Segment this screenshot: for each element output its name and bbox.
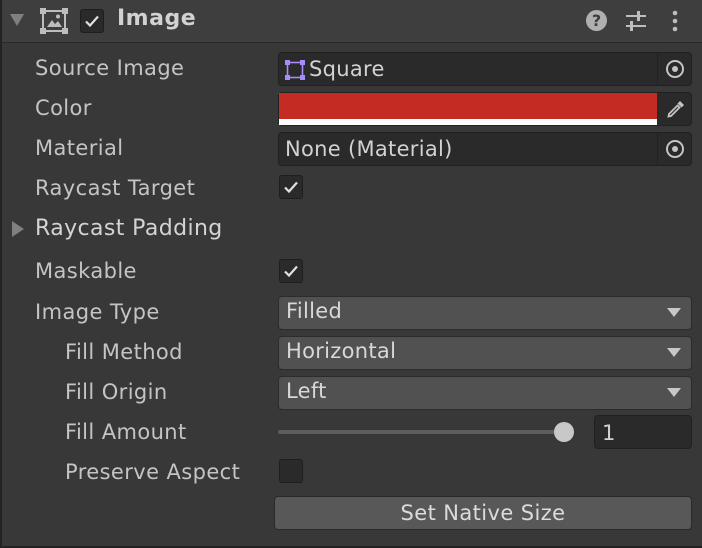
preserve-aspect-checkbox[interactable] [279, 459, 303, 483]
triangle-right-icon[interactable] [12, 221, 24, 237]
raycast-target-label: Raycast Target [35, 176, 196, 200]
color-field[interactable] [278, 92, 692, 126]
fill-amount-value: 1 [602, 421, 616, 445]
image-component-icon [40, 8, 68, 34]
material-field[interactable]: None (Material) [278, 132, 692, 166]
image-type-value: Filled [286, 299, 343, 323]
raycast-target-checkbox[interactable] [279, 175, 303, 199]
checkmark-icon [284, 181, 298, 194]
material-label: Material [35, 136, 124, 160]
target-picker-icon [666, 140, 684, 158]
component-title: Image [117, 6, 197, 31]
image-type-dropdown[interactable]: Filled [278, 296, 692, 330]
maskable-label: Maskable [35, 259, 137, 283]
component-header[interactable]: Image ? [2, 0, 702, 43]
fill-method-label: Fill Method [65, 340, 183, 364]
source-image-label: Source Image [35, 56, 185, 80]
fill-amount-slider-thumb[interactable] [554, 422, 574, 442]
triangle-down-icon[interactable] [10, 14, 24, 26]
color-label: Color [35, 96, 92, 120]
color-swatch[interactable] [279, 93, 657, 119]
preserve-aspect-label: Preserve Aspect [65, 460, 241, 484]
help-icon[interactable]: ? [586, 10, 607, 31]
fill-amount-input[interactable]: 1 [594, 415, 692, 449]
material-value: None (Material) [285, 137, 453, 161]
checkmark-icon [85, 15, 99, 28]
checkmark-icon [284, 265, 298, 278]
material-picker-button[interactable] [657, 133, 691, 165]
target-picker-icon [666, 60, 684, 78]
image-component-inspector: Image ? Source Image Square Color Materi… [0, 0, 702, 548]
image-type-label: Image Type [35, 300, 160, 324]
eyedropper-icon[interactable] [665, 98, 687, 120]
alpha-bar [279, 119, 657, 125]
fill-method-value: Horizontal [286, 339, 397, 363]
source-image-field[interactable]: Square [278, 52, 692, 86]
set-native-size-button[interactable]: Set Native Size [274, 496, 692, 530]
sprite-icon [285, 60, 305, 80]
maskable-checkbox[interactable] [279, 259, 303, 283]
object-picker-button[interactable] [657, 53, 691, 85]
fill-method-dropdown[interactable]: Horizontal [278, 336, 692, 370]
fill-origin-value: Left [286, 379, 327, 403]
fill-amount-slider-track[interactable] [278, 430, 574, 434]
chevron-down-icon [667, 348, 681, 357]
fill-origin-dropdown[interactable]: Left [278, 376, 692, 410]
fill-amount-label: Fill Amount [65, 420, 187, 444]
kebab-menu-icon[interactable] [668, 9, 682, 33]
chevron-down-icon [667, 388, 681, 397]
presets-sliders-icon[interactable] [624, 9, 648, 33]
source-image-value: Square [309, 57, 385, 81]
raycast-padding-foldout[interactable]: Raycast Padding [35, 216, 223, 241]
fill-origin-label: Fill Origin [65, 380, 168, 404]
chevron-down-icon [667, 308, 681, 317]
component-enabled-checkbox[interactable] [80, 9, 104, 33]
